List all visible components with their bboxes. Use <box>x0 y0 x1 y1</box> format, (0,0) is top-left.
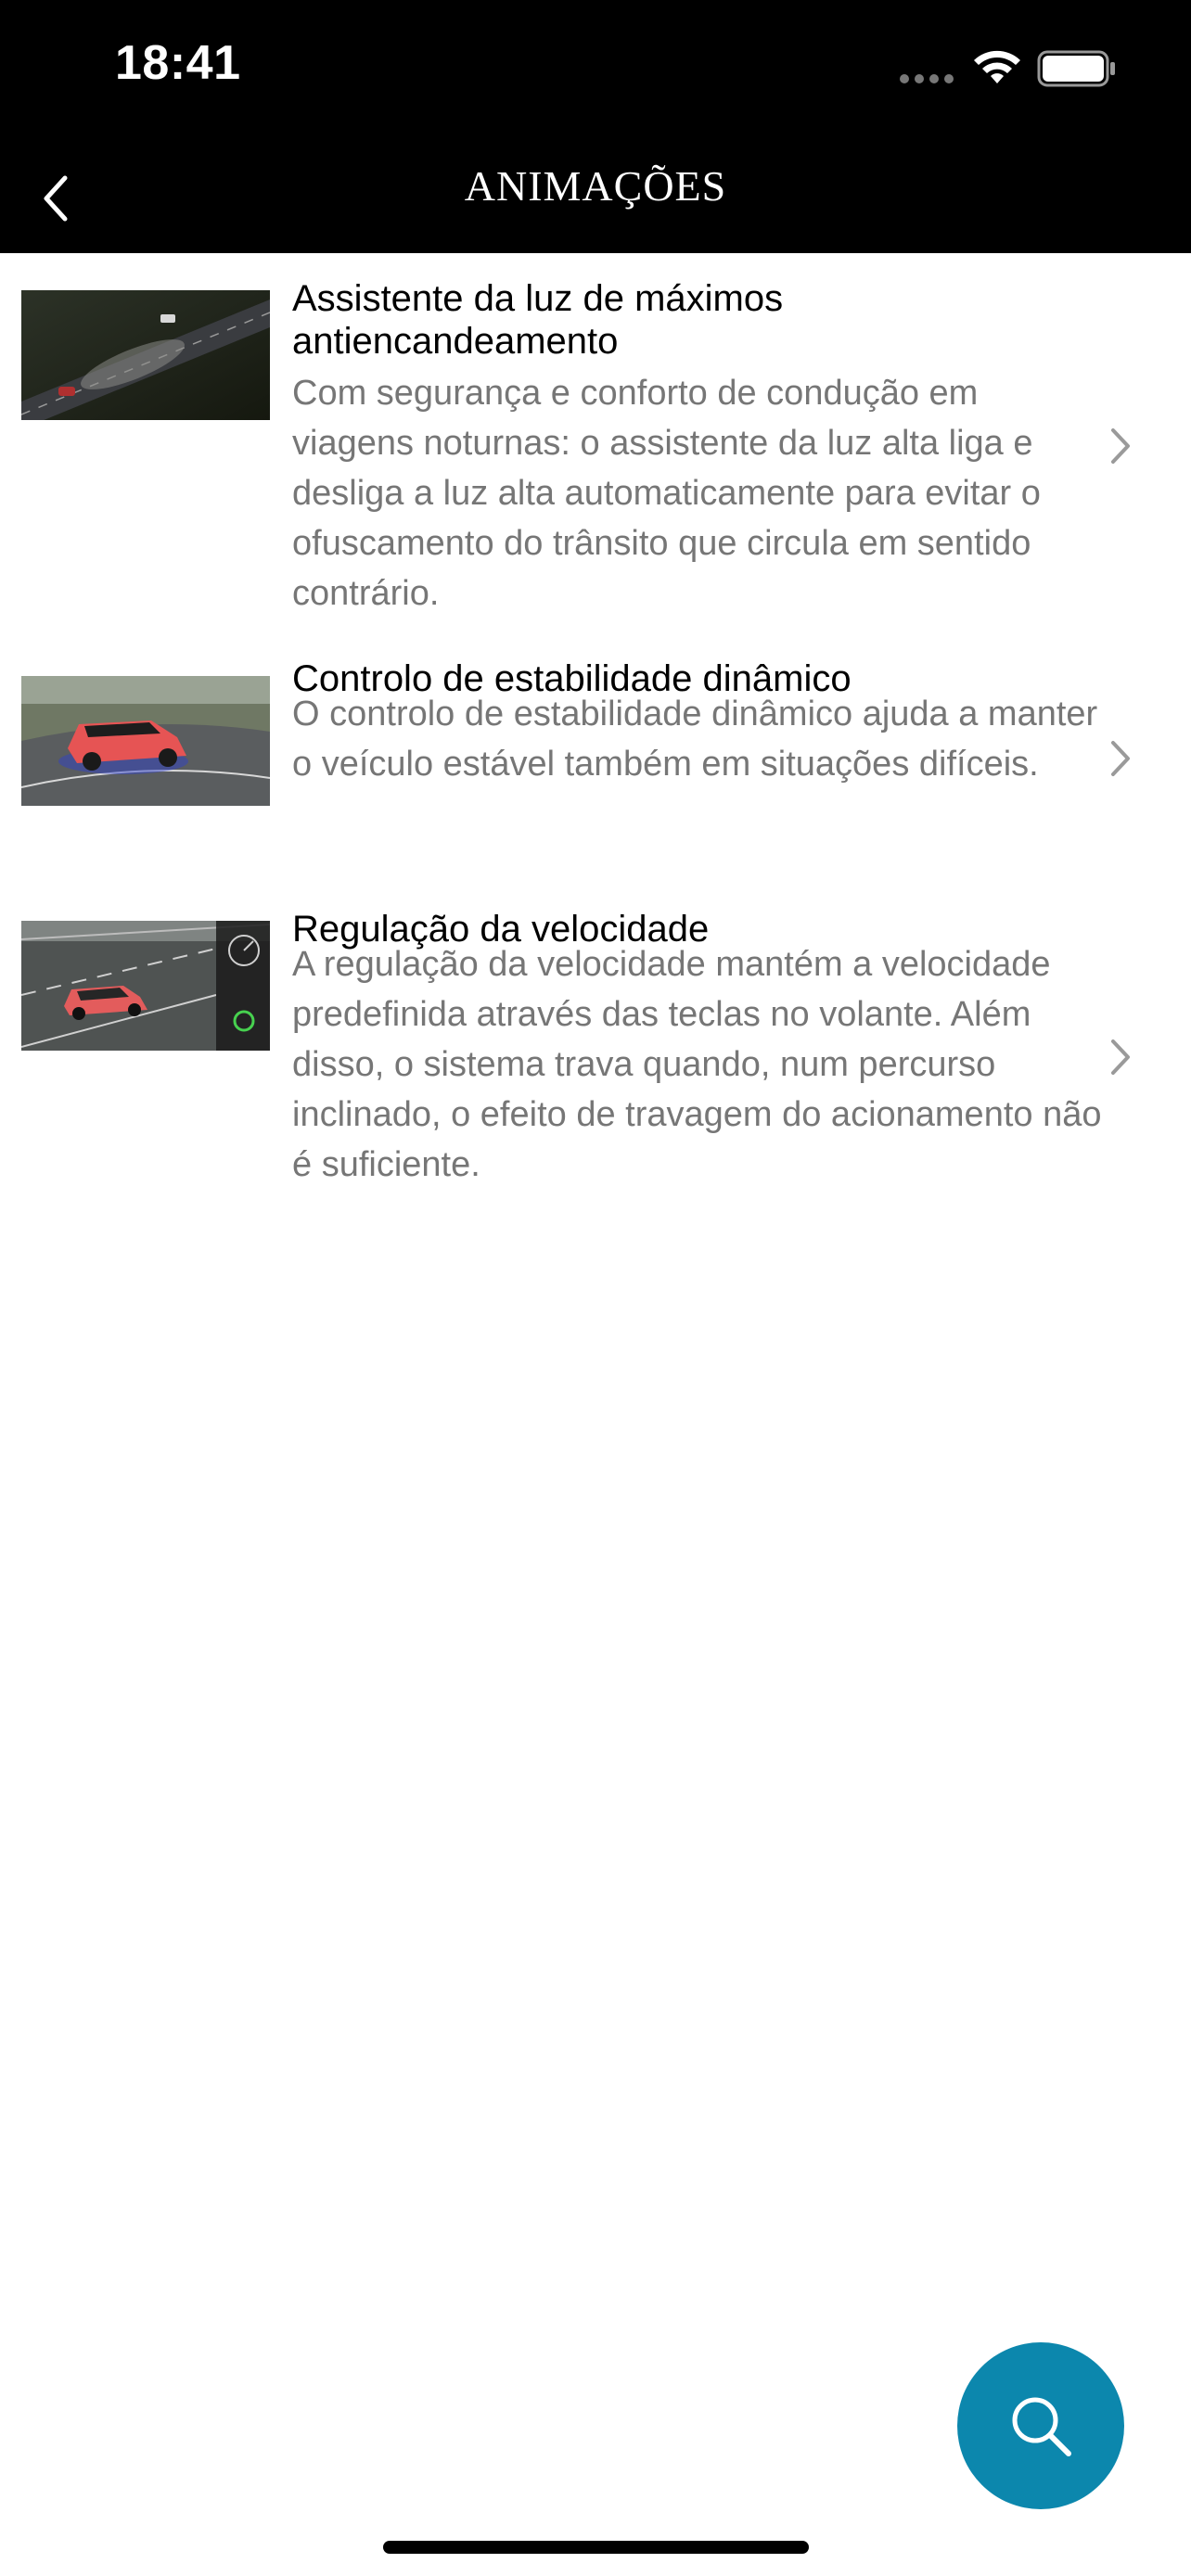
chevron-right-icon <box>1111 1039 1130 1075</box>
search-button[interactable] <box>957 2342 1124 2509</box>
list-item-dynamic-stability-control[interactable]: Controlo de estabilidade dinâmico O cont… <box>0 624 1191 884</box>
chevron-right-icon <box>1111 741 1130 776</box>
thumbnail-high-beam-assistant <box>21 290 270 420</box>
battery-icon <box>1037 50 1115 87</box>
list-item-high-beam-assistant[interactable]: Assistente da luz de máximos antiencande… <box>0 253 1191 624</box>
cellular-signal-icon <box>900 74 954 83</box>
thumbnail-cruise-control <box>21 921 270 1051</box>
status-time: 18:41 <box>115 36 241 90</box>
home-indicator <box>383 2541 809 2554</box>
item-description: Com segurança e conforto de condução em … <box>292 374 1041 613</box>
item-title: Assistente da luz de máximos antiencande… <box>292 278 784 362</box>
chevron-right-icon <box>1111 428 1130 464</box>
thumbnail-dynamic-stability-control <box>21 676 270 806</box>
navigation-bar: ANIMAÇÕES <box>0 139 1191 253</box>
item-description: A regulação da velocidade mantém a veloc… <box>292 945 1102 1184</box>
search-icon <box>1012 2397 1071 2456</box>
page-title: ANIMAÇÕES <box>464 162 727 210</box>
wifi-icon <box>974 50 1020 83</box>
list-item-cruise-control[interactable]: Regulação da velocidade A regulação da v… <box>0 884 1191 1255</box>
item-description: O controlo de estabilidade dinâmico ajud… <box>292 695 1098 784</box>
status-bar: 18:41 <box>0 0 1191 139</box>
